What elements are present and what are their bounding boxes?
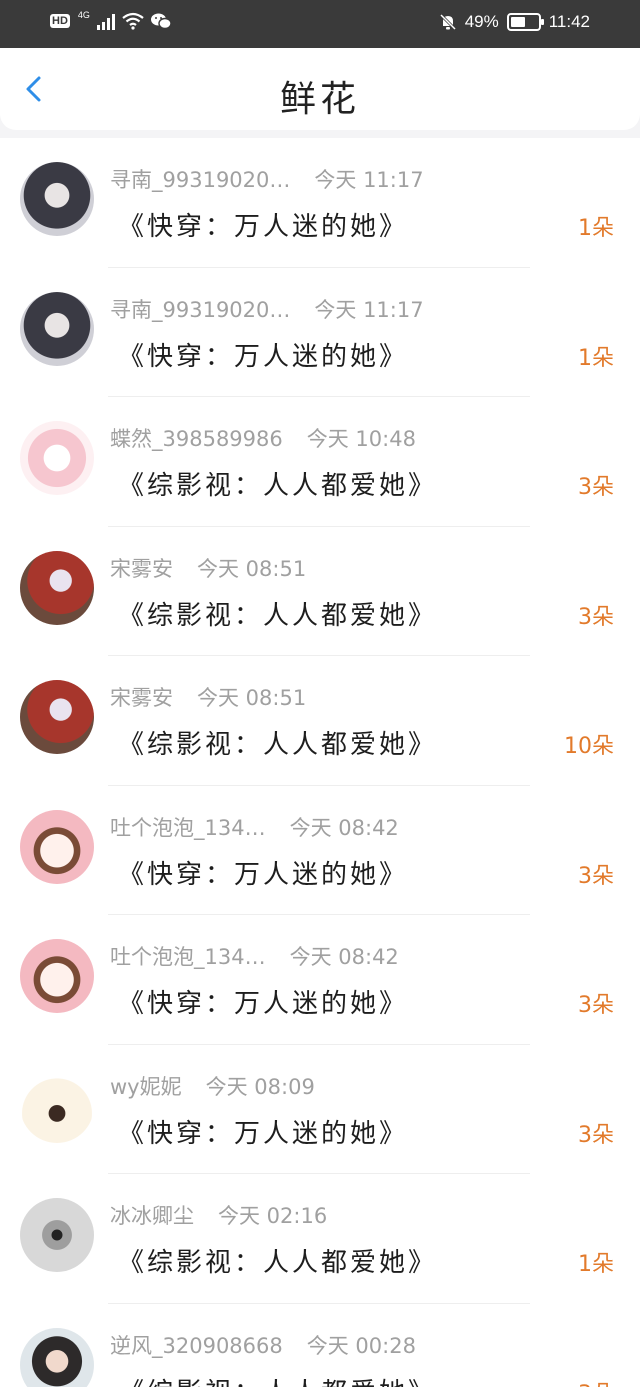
timestamp: 今天 00:28 bbox=[306, 1333, 416, 1358]
user-name: 宋雾安 bbox=[110, 686, 173, 710]
user-name: 寻南_99319020… bbox=[110, 297, 291, 322]
avatar[interactable] bbox=[20, 162, 94, 236]
book-title: 《综影视：人人都爱她》 bbox=[118, 1248, 438, 1278]
book-title: 《快穿：万人迷的她》 bbox=[118, 212, 409, 242]
timestamp: 今天 11:17 bbox=[314, 168, 424, 192]
mute-bell-icon bbox=[439, 13, 456, 31]
flower-count: 1朵 bbox=[578, 345, 614, 371]
battery-percent: 49% bbox=[464, 12, 499, 31]
timestamp: 今天 11:17 bbox=[314, 297, 424, 322]
item-meta: 寻南_99319020… 今天 11:17 bbox=[110, 164, 424, 194]
flower-count: 3朵 bbox=[578, 475, 614, 500]
timestamp: 今天 10:48 bbox=[306, 427, 416, 451]
flower-record-list: 寻南_99319020… 今天 11:17 《快穿：万人迷的她》 1朵 寻南_9… bbox=[0, 138, 640, 1387]
hd-badge: HD bbox=[50, 14, 70, 28]
user-name: 冰冰卿尘 bbox=[110, 1204, 194, 1228]
book-title: 《快穿：万人迷的她》 bbox=[118, 989, 409, 1019]
avatar[interactable] bbox=[20, 550, 94, 625]
avatar[interactable] bbox=[20, 939, 94, 1013]
user-name: 吐个泡泡_134… bbox=[110, 945, 266, 969]
book-title: 《快穿：万人迷的她》 bbox=[118, 859, 409, 890]
battery-level bbox=[510, 17, 526, 27]
avatar[interactable] bbox=[20, 1068, 94, 1143]
flower-count: 3朵 bbox=[578, 863, 614, 889]
timestamp: 今天 08:09 bbox=[205, 1074, 315, 1099]
avatar[interactable] bbox=[20, 421, 94, 495]
list-item[interactable]: 寻南_99319020… 今天 11:17 《快穿：万人迷的她》 1朵 bbox=[0, 138, 640, 268]
user-name: 寻南_99319020… bbox=[110, 168, 291, 192]
user-name: 逆风_320908668 bbox=[110, 1333, 283, 1358]
avatar[interactable] bbox=[20, 1198, 94, 1272]
item-meta: 蝶然_398589986 今天 10:48 bbox=[110, 423, 416, 453]
status-bar: HD 4G 49% 11:42 bbox=[0, 0, 640, 48]
flower-count: 3朵 bbox=[578, 1376, 614, 1387]
page-header: 鲜花 bbox=[0, 48, 640, 130]
book-title: 《综影视：人人都爱她》 bbox=[118, 600, 438, 631]
battery-icon bbox=[506, 13, 544, 31]
list-item[interactable]: 吐个泡泡_134… 今天 08:42 《快穿：万人迷的她》 3朵 bbox=[0, 915, 640, 1045]
book-title: 《综影视：人人都爱她》 bbox=[118, 471, 438, 501]
item-meta: 逆风_320908668 今天 00:28 bbox=[110, 1330, 416, 1360]
timestamp: 今天 02:16 bbox=[218, 1204, 328, 1228]
network-type: 4G bbox=[77, 10, 90, 20]
list-item[interactable]: 逆风_320908668 今天 00:28 《综影视：人人都爱她》 3朵 bbox=[0, 1304, 640, 1387]
item-meta: 冰冰卿尘 今天 02:16 bbox=[110, 1200, 327, 1230]
list-item[interactable]: 吐个泡泡_134… 今天 08:42 《快穿：万人迷的她》 3朵 bbox=[0, 786, 640, 915]
user-name: 吐个泡泡_134… bbox=[110, 815, 266, 840]
user-name: 宋雾安 bbox=[110, 556, 173, 581]
status-right: 49% 11:42 bbox=[439, 12, 590, 32]
item-meta: 吐个泡泡_134… 今天 08:42 bbox=[110, 941, 399, 971]
list-item[interactable]: 宋雾安 今天 08:51 《综影视：人人都爱她》 10朵 bbox=[0, 656, 640, 786]
signal-icon bbox=[96, 14, 115, 30]
list-item[interactable]: 宋雾安 今天 08:51 《综影视：人人都爱她》 3朵 bbox=[0, 527, 640, 656]
avatar[interactable] bbox=[20, 291, 94, 366]
book-title: 《快穿：万人迷的她》 bbox=[118, 1118, 409, 1149]
list-item[interactable]: 冰冰卿尘 今天 02:16 《综影视：人人都爱她》 1朵 bbox=[0, 1174, 640, 1304]
timestamp: 今天 08:42 bbox=[289, 945, 399, 969]
item-meta: 寻南_99319020… 今天 11:17 bbox=[110, 294, 424, 324]
clock: 11:42 bbox=[548, 12, 590, 31]
timestamp: 今天 08:51 bbox=[197, 556, 307, 581]
timestamp: 今天 08:51 bbox=[197, 686, 307, 710]
flower-count: 1朵 bbox=[578, 1252, 614, 1277]
avatar[interactable] bbox=[20, 1327, 94, 1387]
flower-count: 3朵 bbox=[578, 604, 614, 630]
page-title: 鲜花 bbox=[279, 79, 360, 120]
wifi-icon bbox=[122, 12, 144, 30]
list-item[interactable]: 寻南_99319020… 今天 11:17 《快穿：万人迷的她》 1朵 bbox=[0, 268, 640, 397]
avatar[interactable] bbox=[20, 680, 94, 754]
book-title: 《快穿：万人迷的她》 bbox=[118, 341, 409, 372]
timestamp: 今天 08:42 bbox=[289, 815, 399, 840]
item-meta: 宋雾安 今天 08:51 bbox=[110, 682, 306, 712]
item-meta: wy妮妮 今天 08:09 bbox=[110, 1071, 315, 1101]
wechat-icon bbox=[150, 13, 172, 30]
flower-count: 10朵 bbox=[564, 734, 614, 759]
item-meta: 吐个泡泡_134… 今天 08:42 bbox=[110, 812, 399, 842]
book-title: 《综影视：人人都爱她》 bbox=[118, 1372, 437, 1387]
status-left: HD 4G bbox=[50, 10, 172, 30]
list-item[interactable]: wy妮妮 今天 08:09 《快穿：万人迷的她》 3朵 bbox=[0, 1045, 640, 1174]
avatar[interactable] bbox=[20, 809, 94, 884]
flower-count: 1朵 bbox=[578, 216, 614, 241]
list-item[interactable]: 蝶然_398589986 今天 10:48 《综影视：人人都爱她》 3朵 bbox=[0, 397, 640, 527]
flower-count: 3朵 bbox=[578, 1122, 614, 1148]
flower-count: 3朵 bbox=[578, 993, 614, 1018]
item-meta: 宋雾安 今天 08:51 bbox=[110, 553, 306, 583]
user-name: 蝶然_398589986 bbox=[110, 427, 283, 451]
book-title: 《综影视：人人都爱她》 bbox=[118, 730, 438, 760]
user-name: wy妮妮 bbox=[110, 1074, 182, 1099]
